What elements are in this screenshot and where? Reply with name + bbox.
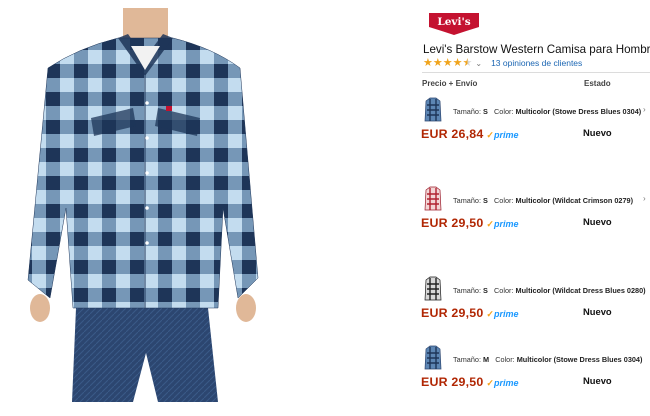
chevron-down-icon[interactable]: ⌄ bbox=[475, 59, 482, 68]
prime-badge: ✓ prime bbox=[486, 219, 519, 229]
price-line: EUR 29,50 ✓ prime bbox=[421, 306, 518, 320]
column-header-condition: Estado bbox=[584, 79, 611, 88]
shirt-thumbnail[interactable] bbox=[424, 345, 442, 371]
price: EUR 29,50 bbox=[421, 216, 484, 230]
product-title[interactable]: Levi's Barstow Western Camisa para Hombr… bbox=[423, 43, 650, 56]
condition-label: Nuevo bbox=[583, 216, 612, 227]
offer-row[interactable]: Tamaño: S Color: Multicolor (Stowe Dress… bbox=[418, 97, 650, 157]
star-icon: ★ bbox=[432, 57, 443, 69]
prime-badge: ✓ prime bbox=[486, 309, 519, 319]
star-rating[interactable]: ★ ★ ★ ★ ★ bbox=[423, 57, 472, 69]
divider bbox=[422, 72, 650, 73]
offer-row[interactable]: Tamaño: S Color: Multicolor (Wildcat Dre… bbox=[418, 276, 650, 336]
condition-label: Nuevo bbox=[583, 375, 612, 386]
column-header-price: Precio + Envío bbox=[422, 79, 478, 88]
offer-details: Tamaño: M Color: Multicolor (Stowe Dress… bbox=[453, 355, 643, 364]
condition-label: Nuevo bbox=[583, 127, 612, 138]
reviews-link[interactable]: 13 opiniones de clientes bbox=[491, 58, 582, 68]
rating-widget[interactable]: ★ ★ ★ ★ ★ ⌄ 13 opiniones de clientes bbox=[423, 57, 582, 69]
condition-label: Nuevo bbox=[583, 306, 612, 317]
prime-badge: ✓ prime bbox=[486, 378, 519, 388]
chevron-right-icon[interactable]: › bbox=[643, 105, 646, 114]
chevron-right-icon[interactable]: › bbox=[643, 194, 646, 203]
offers-panel: Levi's Levi's Barstow Western Camisa par… bbox=[418, 0, 650, 416]
product-image[interactable] bbox=[18, 8, 263, 402]
price: EUR 29,50 bbox=[421, 306, 484, 320]
shirt-thumbnail[interactable] bbox=[424, 276, 442, 302]
price: EUR 26,84 bbox=[421, 127, 484, 141]
check-icon: ✓ bbox=[486, 219, 494, 229]
offer-row[interactable]: Tamaño: S Color: Multicolor (Wildcat Cri… bbox=[418, 186, 650, 246]
price: EUR 29,50 bbox=[421, 375, 484, 389]
shirt-thumbnail[interactable] bbox=[424, 186, 442, 212]
half-star-icon: ★ bbox=[462, 57, 473, 69]
offer-details: Tamaño: S Color: Multicolor (Stowe Dress… bbox=[453, 107, 642, 116]
star-icon: ★ bbox=[442, 57, 453, 69]
star-icon: ★ bbox=[452, 57, 463, 69]
offer-row[interactable]: Tamaño: M Color: Multicolor (Stowe Dress… bbox=[418, 345, 650, 405]
check-icon: ✓ bbox=[486, 378, 494, 388]
check-icon: ✓ bbox=[486, 130, 494, 140]
shirt-thumbnail[interactable] bbox=[424, 97, 442, 123]
star-icon: ★ bbox=[423, 57, 433, 69]
brand-logo-text: Levi's bbox=[437, 16, 470, 28]
check-icon: ✓ bbox=[486, 309, 494, 319]
price-line: EUR 29,50 ✓ prime bbox=[421, 375, 518, 389]
offer-details: Tamaño: S Color: Multicolor (Wildcat Cri… bbox=[453, 196, 634, 205]
price-line: EUR 26,84 ✓ prime bbox=[421, 127, 518, 141]
prime-badge: ✓ prime bbox=[486, 130, 519, 140]
brand-logo[interactable]: Levi's bbox=[428, 12, 480, 36]
offer-details: Tamaño: S Color: Multicolor (Wildcat Dre… bbox=[453, 286, 646, 295]
price-line: EUR 29,50 ✓ prime bbox=[421, 216, 518, 230]
